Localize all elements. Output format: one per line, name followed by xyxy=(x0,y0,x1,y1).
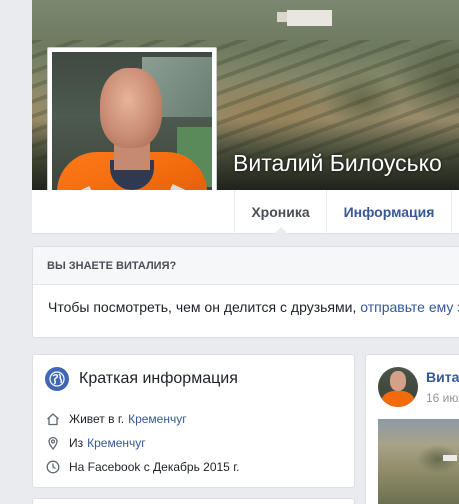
location-pin-icon xyxy=(45,435,61,451)
profile-picture-image xyxy=(52,52,212,212)
tab-info[interactable]: Информация xyxy=(326,190,451,234)
intro-card-title: Краткая информация xyxy=(45,367,238,391)
post-date[interactable]: 16 июл xyxy=(426,391,459,405)
profile-tab-bar: Хроника Информация xyxy=(32,190,459,235)
tab-more[interactable] xyxy=(451,190,459,234)
joined-text: На Facebook с Декабрь 2015 г. xyxy=(69,460,240,474)
lives-in-label: Живет в г. xyxy=(69,412,125,426)
joined-row: На Facebook с Декабрь 2015 г. xyxy=(45,458,239,476)
lives-in-city-link[interactable]: Кременчуг xyxy=(128,412,187,426)
from-row: Из Кременчуг xyxy=(45,434,146,452)
clock-icon xyxy=(45,459,61,475)
cover-house xyxy=(287,10,332,26)
post-photo[interactable] xyxy=(378,419,459,504)
post-author-name[interactable]: Вита xyxy=(426,369,459,385)
globe-icon xyxy=(45,367,69,391)
from-city-link[interactable]: Кременчуг xyxy=(87,436,146,450)
profile-name[interactable]: Виталий Билоусько xyxy=(233,150,442,177)
do-you-know-text: Чтобы посмотреть, чем он делится с друзь… xyxy=(48,299,361,315)
avatar-jacket xyxy=(380,391,416,407)
lives-in-row: Живет в г. Кременчуг xyxy=(45,410,187,428)
post-card: Вита 16 июл xyxy=(365,354,459,504)
do-you-know-body: Чтобы посмотреть, чем он делится с друзь… xyxy=(33,285,459,315)
home-icon xyxy=(45,411,61,427)
next-card xyxy=(32,498,355,504)
do-you-know-heading: ВЫ ЗНАЕТЕ ВИТАЛИЯ? xyxy=(33,247,459,285)
intro-card-title-text: Краткая информация xyxy=(79,370,238,387)
intro-card: Краткая информация Живет в г. Кременчуг … xyxy=(32,354,355,488)
do-you-know-box: ВЫ ЗНАЕТЕ ВИТАЛИЯ? Чтобы посмотреть, чем… xyxy=(32,246,459,338)
tab-chronicle[interactable]: Хроника xyxy=(234,190,326,235)
avatar-head xyxy=(390,371,406,391)
post-author-avatar[interactable] xyxy=(378,367,418,407)
avatar-head xyxy=(100,68,162,148)
send-friend-request-link[interactable]: отправьте ему з xyxy=(360,299,459,315)
from-label: Из xyxy=(69,436,84,450)
post-photo-house xyxy=(443,455,457,461)
